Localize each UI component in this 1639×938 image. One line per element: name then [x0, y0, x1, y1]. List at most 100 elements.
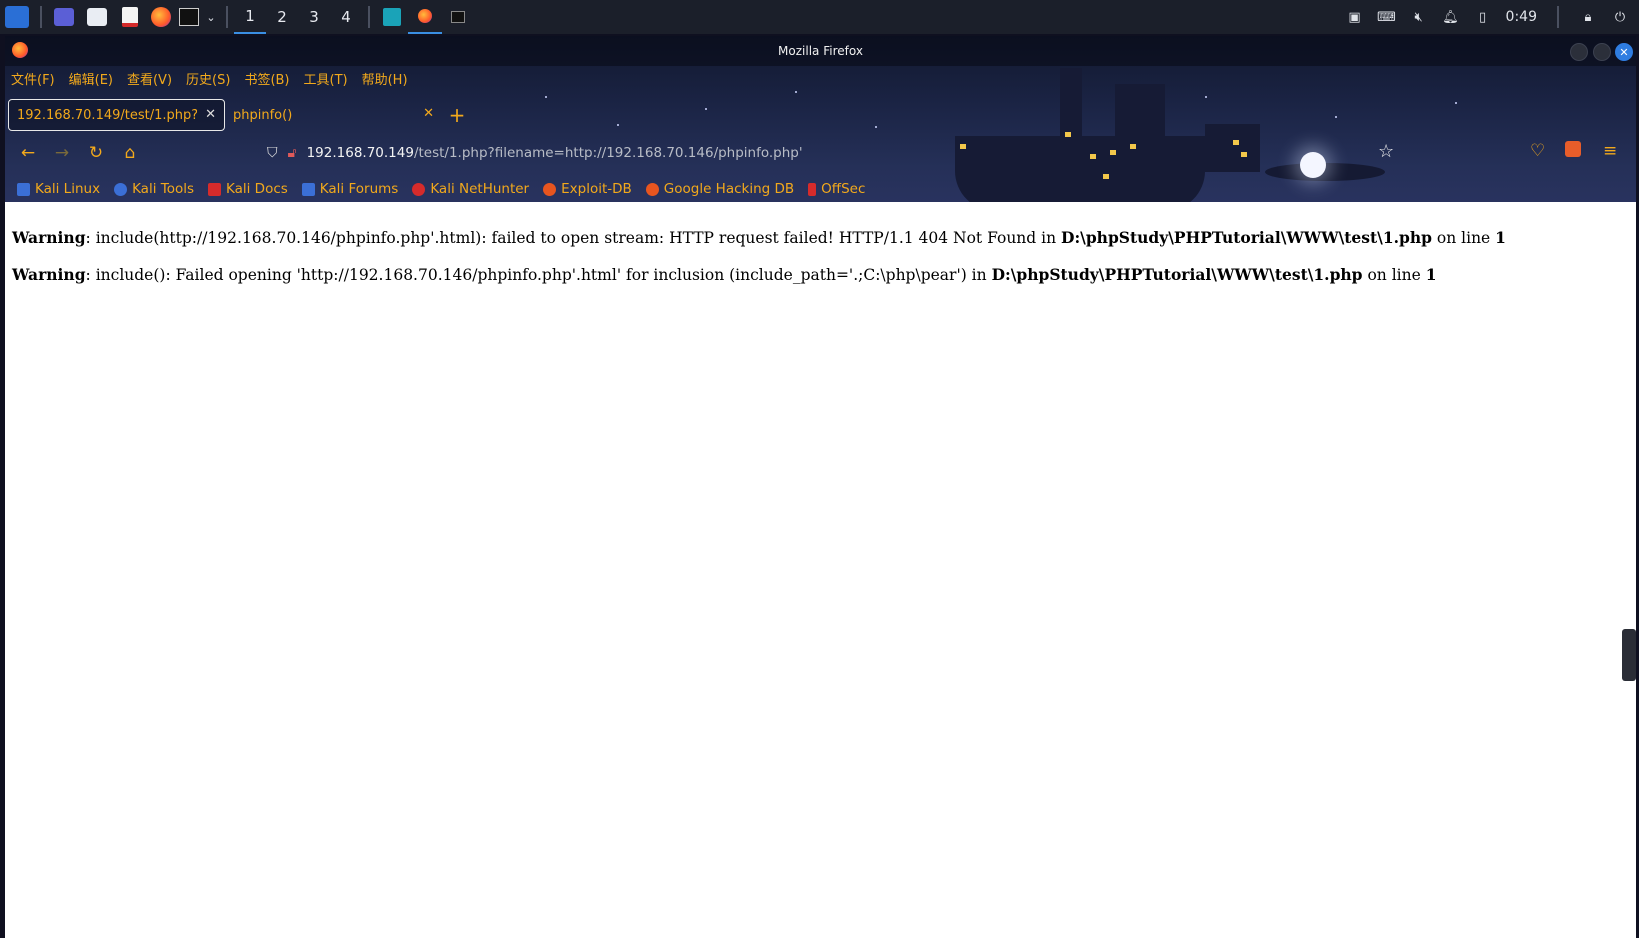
- warning-text: : include(): Failed opening 'http://192.…: [85, 266, 992, 284]
- menu-bookmarks[interactable]: 书签(B): [244, 69, 289, 91]
- bookmark-label: Exploit-DB: [561, 181, 632, 197]
- text-editor-icon: [122, 7, 138, 27]
- arrow-right-icon: →: [54, 143, 70, 163]
- bookmark-google-hacking-db[interactable]: Google Hacking DB: [645, 181, 795, 197]
- tab-strip: 192.168.70.149/test/1.php?filename=http:…: [8, 98, 472, 132]
- kali-forums-icon: [301, 182, 315, 196]
- workspace-4[interactable]: 4: [330, 0, 362, 34]
- warning-file: D:\phpStudy\PHPTutorial\WWW\test\1.php: [1061, 228, 1432, 247]
- lock-icon[interactable]: 🔒︎: [1579, 10, 1597, 25]
- tracking-protection-shield-icon[interactable]: ⛉: [267, 145, 278, 161]
- sky-star: [875, 126, 877, 128]
- volume-muted-icon[interactable]: 🔇︎: [1410, 10, 1428, 25]
- hamburger-menu-icon[interactable]: ≡: [1603, 141, 1617, 161]
- bookmark-exploit-db[interactable]: Exploit-DB: [543, 181, 632, 197]
- firefox-launcher[interactable]: [146, 0, 176, 34]
- taskbar-separator: [226, 6, 228, 28]
- maximize-button[interactable]: [1593, 43, 1611, 61]
- bookmarks-toolbar: Kali Linux Kali Tools Kali Docs Kali For…: [17, 177, 865, 201]
- sky-star: [545, 96, 547, 98]
- bookmark-label: Google Hacking DB: [663, 181, 795, 197]
- bookmark-kali-tools[interactable]: Kali Tools: [114, 181, 194, 197]
- close-icon: ✕: [1619, 45, 1629, 59]
- forward-button[interactable]: →: [45, 138, 79, 168]
- terminal-icon: [179, 8, 199, 26]
- bookmark-offsec[interactable]: OffSec: [808, 181, 865, 197]
- kali-dragon-icon: [5, 6, 29, 28]
- close-window-button[interactable]: ✕: [1615, 43, 1633, 61]
- menu-history[interactable]: 历史(S): [186, 69, 230, 91]
- menu-view[interactable]: 查看(V): [127, 69, 172, 91]
- launcher-dropdown[interactable]: ⌄: [202, 0, 220, 34]
- battery-icon[interactable]: ▯: [1474, 10, 1492, 25]
- terminal-icon: [451, 11, 465, 23]
- close-tab-icon[interactable]: ✕: [205, 107, 216, 122]
- warning-line: 1: [1495, 228, 1506, 247]
- menu-file[interactable]: 文件(F): [11, 69, 55, 91]
- power-icon[interactable]: ⏻: [1611, 10, 1629, 25]
- workspace-2[interactable]: 2: [266, 0, 298, 34]
- scrollbar-thumb[interactable]: [1622, 629, 1636, 681]
- taskbar-separator: [40, 6, 42, 28]
- burp-app-icon: [383, 8, 401, 26]
- kali-menu-button[interactable]: [0, 0, 34, 34]
- text-editor-launcher[interactable]: [114, 0, 146, 34]
- insecure-lock-icon[interactable]: 🔓︎: [288, 145, 297, 161]
- bookmark-label: Kali Linux: [35, 181, 101, 197]
- sky-star: [617, 124, 619, 126]
- bookmark-label: Kali Tools: [132, 181, 194, 197]
- folder-icon: [87, 8, 107, 26]
- taskbar-separator: [1557, 6, 1559, 28]
- bookmark-star-icon[interactable]: ☆: [1378, 141, 1394, 162]
- terminal-launcher[interactable]: [176, 0, 202, 34]
- workspace-3[interactable]: 3: [298, 0, 330, 34]
- pocket-icon[interactable]: ♡: [1530, 141, 1545, 161]
- sky-star: [795, 91, 797, 93]
- tab-active[interactable]: 192.168.70.149/test/1.php?filename=http:…: [8, 99, 225, 131]
- warning-line: 1: [1425, 265, 1437, 284]
- bookmark-kali-forums[interactable]: Kali Forums: [301, 181, 398, 197]
- tab-phpinfo[interactable]: phpinfo() ✕: [225, 99, 442, 131]
- kali-dragon-icon: [17, 182, 30, 196]
- taskbar-app-terminal[interactable]: [442, 0, 474, 34]
- page-content: Warning: include(http://192.168.70.146/p…: [5, 202, 1636, 938]
- tab-label: phpinfo(): [233, 107, 293, 123]
- exploit-db-icon: [543, 182, 557, 196]
- reload-icon: ↻: [88, 143, 104, 163]
- keyboard-icon[interactable]: ⌨: [1377, 10, 1396, 25]
- bookmark-label: Kali Docs: [226, 181, 288, 197]
- desktop-icon: [54, 8, 74, 26]
- sky-star: [1335, 116, 1337, 118]
- new-tab-button[interactable]: +: [442, 100, 472, 130]
- firefox-icon: [418, 9, 432, 23]
- bookmark-kali-linux[interactable]: Kali Linux: [17, 181, 100, 197]
- bookmark-kali-docs[interactable]: Kali Docs: [208, 181, 288, 197]
- scenery-window-light: [1103, 174, 1109, 179]
- url-bar[interactable]: ⛉ 🔓︎ 192.168.70.149/test/1.php?filename=…: [267, 141, 1067, 165]
- bookmark-kali-nethunter[interactable]: Kali NetHunter: [412, 181, 529, 197]
- menu-help[interactable]: 帮助(H): [362, 69, 408, 91]
- firefox-icon: [12, 42, 28, 58]
- burp-extension-icon[interactable]: [1565, 141, 1581, 157]
- tab-label: 192.168.70.149/test/1.php?filename=http:…: [17, 107, 197, 123]
- kali-docs-icon: [208, 182, 221, 196]
- close-tab-icon[interactable]: ✕: [423, 106, 434, 121]
- file-manager-launcher[interactable]: [80, 0, 114, 34]
- menu-edit[interactable]: 编辑(E): [69, 69, 113, 91]
- menu-tools[interactable]: 工具(T): [304, 69, 348, 91]
- clock[interactable]: 0:49: [1506, 9, 1537, 25]
- reload-button[interactable]: ↻: [79, 138, 113, 168]
- screenshot-icon[interactable]: ▣: [1346, 10, 1364, 25]
- notification-bell-icon[interactable]: 🔔︎: [1442, 10, 1460, 25]
- minimize-button[interactable]: [1570, 43, 1588, 61]
- browser-chrome: Mozilla Firefox ✕ 文件(F) 编辑(E) 查看(V) 历史(S…: [5, 36, 1636, 211]
- taskbar-app-burp[interactable]: [376, 0, 408, 34]
- home-button[interactable]: ⌂: [113, 138, 147, 168]
- back-button[interactable]: ←: [11, 138, 45, 168]
- workspace-1[interactable]: 1: [234, 0, 266, 34]
- kali-tools-icon: [114, 182, 128, 196]
- ghdb-icon: [645, 182, 659, 196]
- warning-label: Warning: [12, 228, 86, 247]
- show-desktop-button[interactable]: [48, 0, 80, 34]
- taskbar-app-firefox[interactable]: [408, 0, 442, 34]
